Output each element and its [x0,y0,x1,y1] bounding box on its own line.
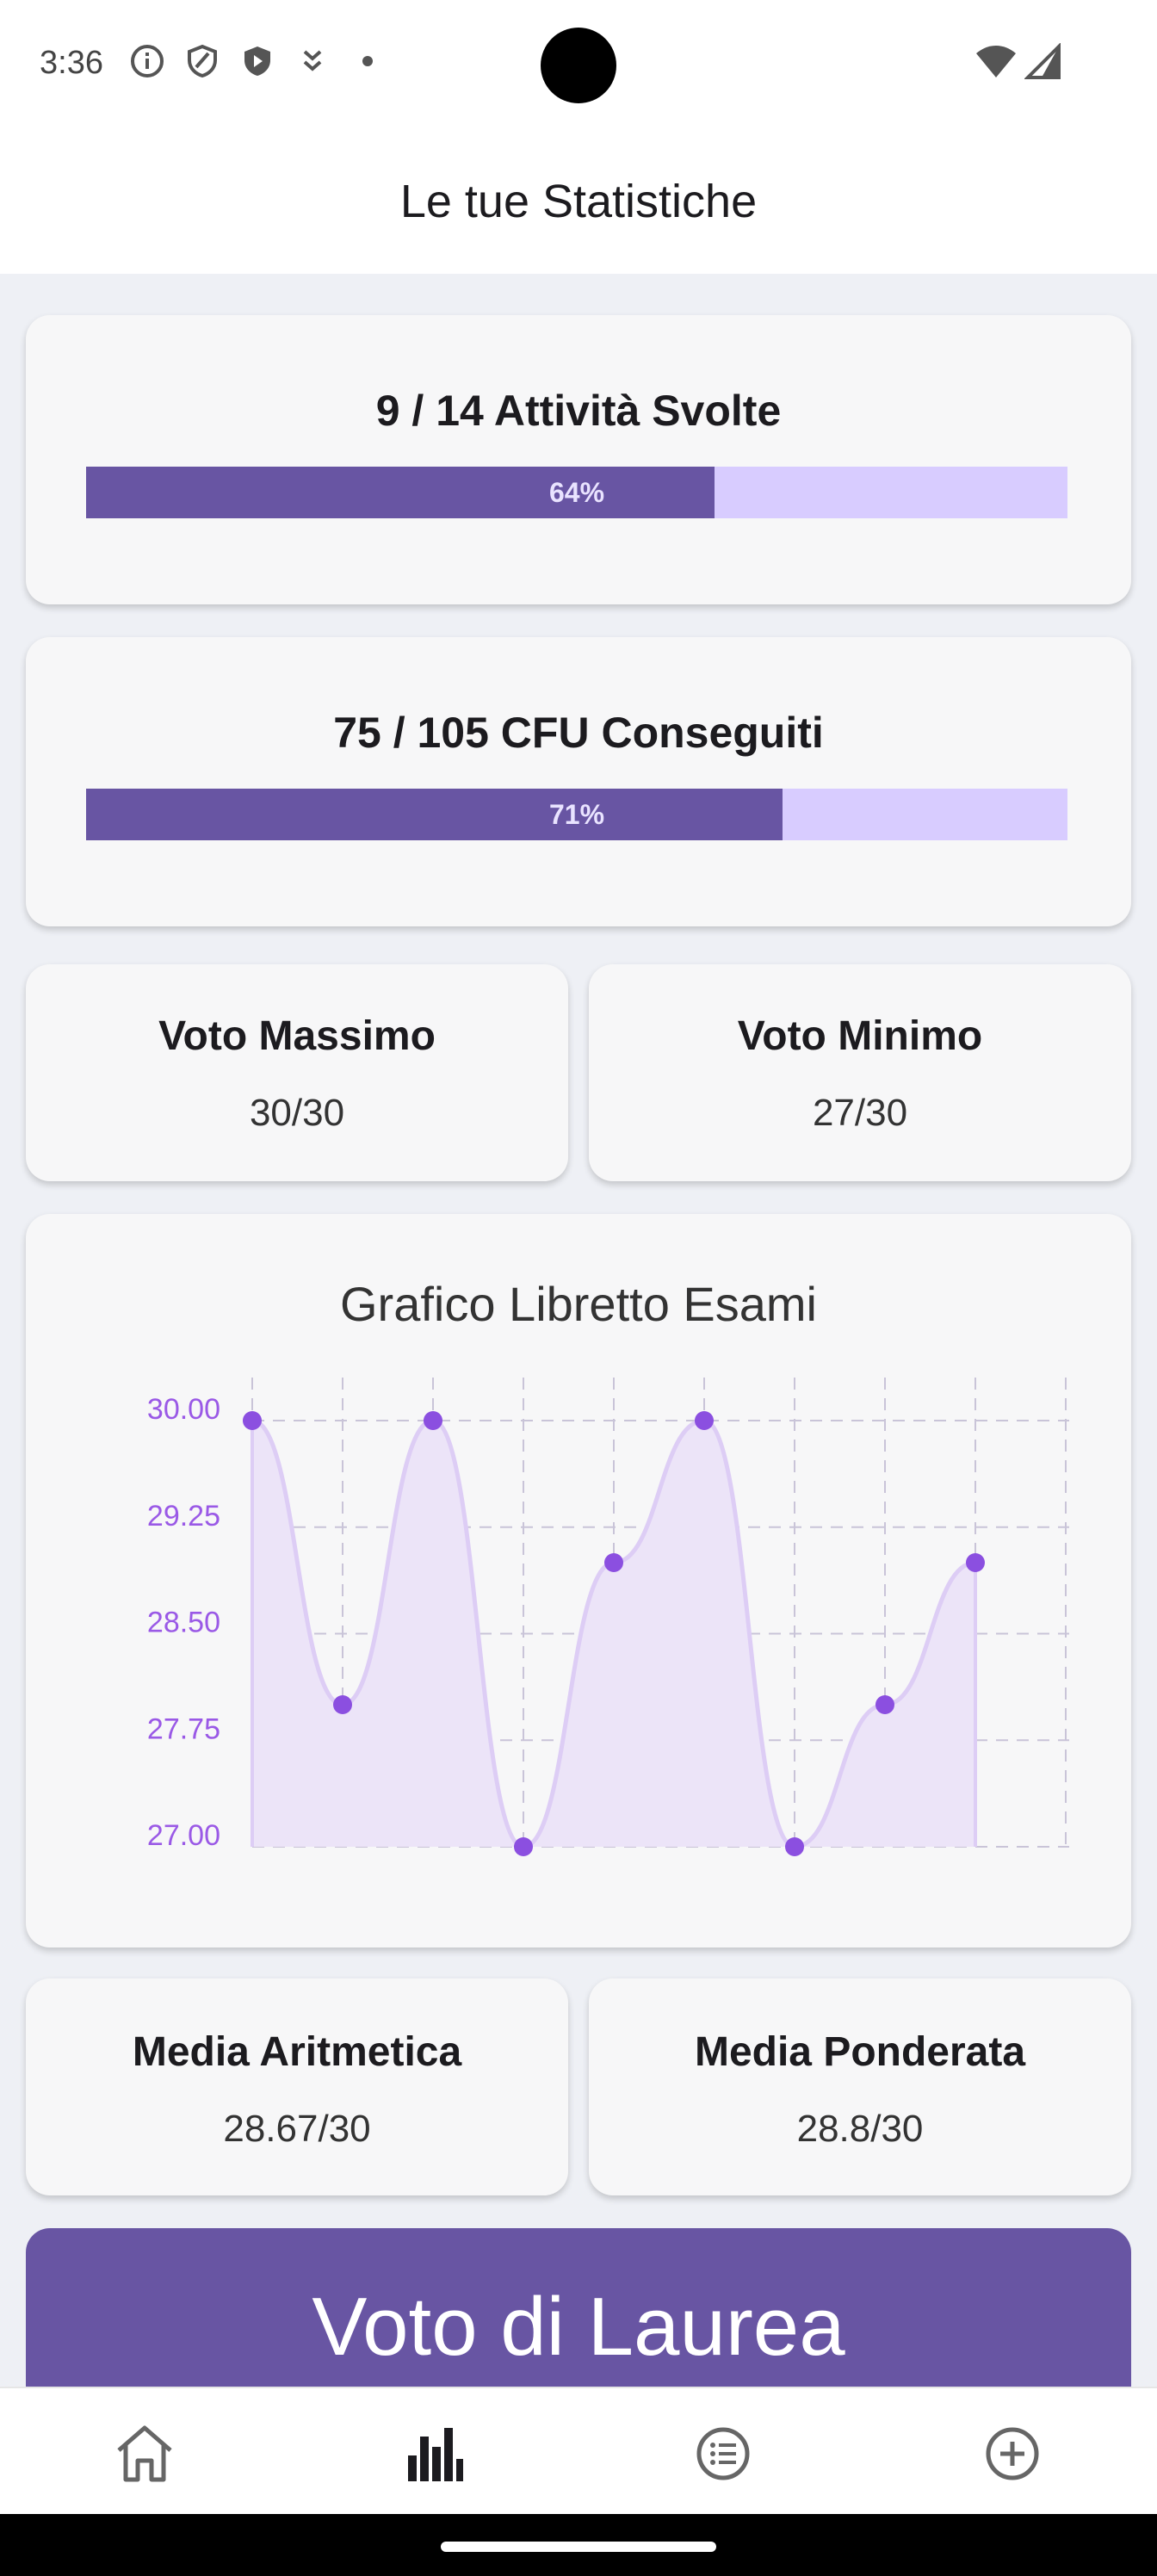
dot-icon [350,43,386,79]
chart-data-point [333,1695,352,1714]
cfu-title: 75 / 105 CFU Conseguiti [333,709,824,757]
chart-data-point [875,1695,894,1714]
cfu-progress-bar: 71% [86,789,1067,840]
download-icon [294,43,331,79]
stats-icon [401,2421,467,2491]
activities-percent: 64% [548,477,605,508]
system-status-icons [974,42,1062,85]
page-title: Le tue Statistiche [399,176,758,227]
avg-weighted-title: Media Ponderata [694,2029,1026,2075]
info-icon [129,43,165,79]
shield-play-icon [239,43,275,79]
min-grade-card: Voto Minimo 27/30 [589,964,1131,1181]
activities-card: 9 / 14 Attività Svolte 64% [26,315,1131,604]
front-camera [541,28,616,103]
chart-data-point [243,1411,262,1430]
max-grade-title: Voto Massimo [158,1013,436,1059]
status-icons [129,43,386,79]
add-icon [980,2421,1045,2491]
gesture-handle[interactable] [441,2542,716,2552]
avg-weighted-card: Media Ponderata 28.8/30 [589,1978,1131,2195]
shield-icon [184,43,220,79]
nav-add[interactable] [978,2421,1047,2490]
nav-stats[interactable] [399,2421,468,2490]
cfu-card: 75 / 105 CFU Conseguiti 71% [26,637,1131,926]
home-icon [112,2421,177,2491]
max-grade-card: Voto Massimo 30/30 [26,964,568,1181]
bottom-navigation [0,2387,1157,2514]
chart-data-point [424,1411,442,1430]
min-grade-title: Voto Minimo [737,1013,983,1059]
avg-arith-value: 28.67/30 [223,2108,371,2150]
nav-home[interactable] [110,2421,179,2490]
y-tick-label: 29.25 [147,1500,220,1533]
y-tick-label: 30.00 [147,1393,220,1426]
avg-arith-card: Media Aritmetica 28.67/30 [26,1978,568,2195]
app-header: Le tue Statistiche [0,129,1157,274]
cfu-percent: 71% [548,799,605,830]
status-time: 3:36 [40,45,103,81]
chart-data-point [695,1411,714,1430]
list-icon [690,2421,756,2491]
avg-arith-title: Media Aritmetica [132,2029,462,2075]
chart-data-point [604,1553,623,1572]
chart-card: Grafico Libretto Esami 30.00 29.25 28.50 27… [26,1214,1131,1947]
activities-title: 9 / 14 Attività Svolte [375,387,782,435]
wifi-icon [974,43,1018,85]
grades-chart: 30.00 29.25 28.50 27.75 27.00 [147,1378,1069,1856]
graduation-grade-title: Voto di Laurea [312,2281,845,2373]
y-tick-label: 27.00 [147,1819,220,1852]
status-bar: 3:36 [0,0,1157,129]
avg-weighted-value: 28.8/30 [796,2108,924,2150]
nav-list[interactable] [689,2421,758,2490]
chart-data-point [785,1837,804,1856]
chart-data-point [514,1837,533,1856]
signal-icon [1024,42,1062,85]
y-tick-label: 28.50 [147,1607,220,1639]
max-grade-value: 30/30 [249,1092,345,1134]
min-grade-value: 27/30 [812,1092,908,1134]
y-tick-label: 27.75 [147,1712,220,1745]
chart-data-point [966,1553,985,1572]
activities-progress-bar: 64% [86,467,1067,518]
